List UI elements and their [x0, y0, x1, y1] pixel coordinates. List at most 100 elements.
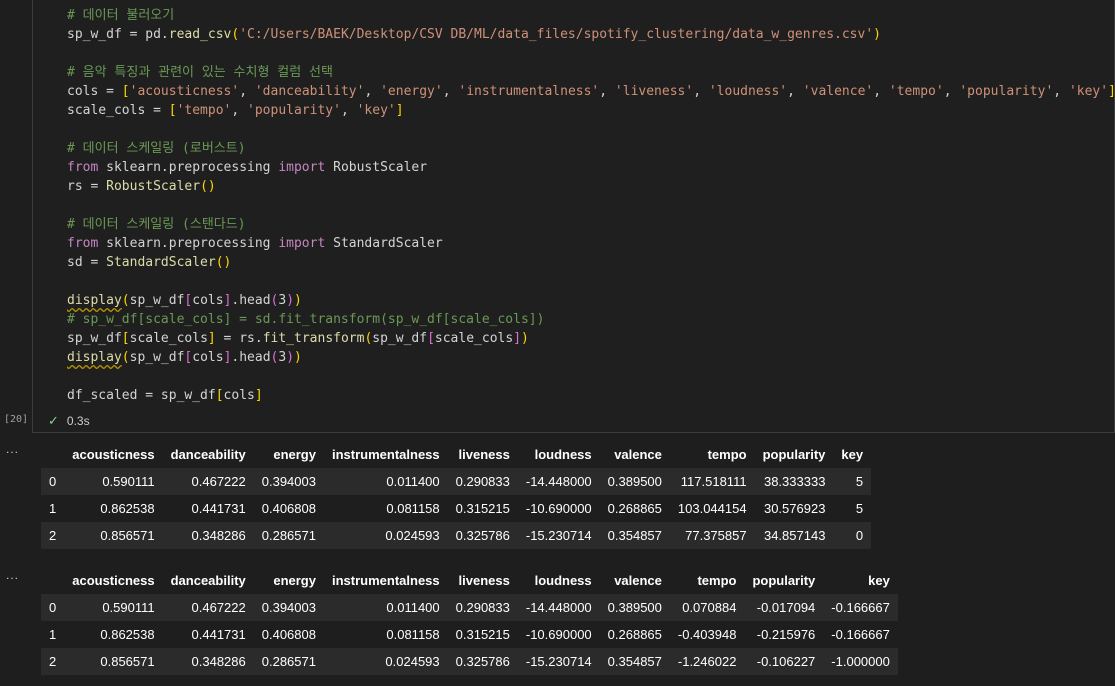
code-token: = rs. [215, 331, 263, 346]
table-cell: 0.467222 [191, 474, 246, 489]
index-header [41, 567, 64, 594]
code-token: 'key' [1068, 84, 1109, 99]
table-cell: 0.441731 [191, 501, 246, 516]
table-cell: -1.246022 [677, 654, 737, 669]
code-token: sd = [67, 255, 107, 270]
row-index: 2 [49, 528, 57, 543]
code-editor[interactable]: # 데이터 불러오기 sp_w_df = pd.read_csv('C:/User… [67, 6, 1115, 405]
code-token: ] [254, 388, 263, 403]
code-token: sklearn.preprocessing [98, 236, 279, 251]
code-line[interactable]: # 데이터 스케일링 (로버스트) [67, 139, 1115, 158]
table-cell: -0.166667 [831, 600, 890, 615]
code-token: 'C:/Users/BAEK/Desktop/CSV DB/ML/data_fi… [239, 27, 874, 42]
code-line[interactable]: from sklearn.preprocessing import Robust… [67, 158, 1115, 177]
table-cell: 0.348286 [191, 654, 246, 669]
code-token: , [693, 84, 709, 99]
code-line[interactable] [67, 272, 1115, 291]
table-row: 2 0.856571 0.348286 0.286571 0.024593 0.32578… [41, 522, 872, 549]
column-header: energy [273, 447, 316, 462]
code-line[interactable]: display(sp_w_df[cols].head(3)) [67, 348, 1115, 367]
code-token: df_scaled = sp_w_df [67, 388, 216, 403]
code-token: ] [1108, 84, 1115, 99]
code-token: # 데이터 불러오기 [67, 8, 175, 23]
table-cell: 0.011400 [386, 474, 440, 489]
code-line[interactable] [67, 367, 1115, 386]
code-line[interactable]: sp_w_df = pd.read_csv('C:/Users/BAEK/Des… [67, 25, 1115, 44]
column-header: danceability [170, 573, 246, 588]
table-cell: -10.690000 [525, 627, 592, 642]
code-token: sp_w_df = pd. [67, 27, 169, 42]
table-cell: 0.268865 [607, 501, 662, 516]
code-line[interactable]: # sp_w_df[scale_cols] = sd.fit_transform… [67, 310, 1115, 329]
code-token: 3 [278, 293, 287, 308]
code-line[interactable]: cols = ['acousticness', 'danceability', … [67, 82, 1115, 101]
execution-count: [20] [4, 414, 29, 425]
column-header: instrumentalness [331, 573, 440, 588]
code-token: () [215, 255, 232, 270]
table-cell: 0.325786 [455, 528, 510, 543]
table-cell: 0.394003 [261, 600, 316, 615]
code-token: [ [215, 388, 224, 403]
table-cell: 0.441731 [191, 627, 246, 642]
table-cell: 0.011400 [386, 600, 440, 615]
table-cell: -10.690000 [525, 501, 592, 516]
code-line[interactable]: df_scaled = sp_w_df[cols] [67, 386, 1115, 405]
code-token: sp_w_df [67, 331, 122, 346]
column-header: danceability [170, 447, 246, 462]
code-token: scale_cols [129, 331, 208, 346]
code-token: 'tempo' [176, 103, 232, 118]
table-cell: 0.348286 [191, 528, 246, 543]
code-token: StandardScaler [106, 255, 216, 270]
row-index: 2 [49, 654, 57, 669]
code-line[interactable]: scale_cols = ['tempo', 'popularity', 'ke… [67, 101, 1115, 120]
table-cell: 0.024593 [385, 654, 440, 669]
index-header [41, 441, 64, 468]
code-token: , [599, 84, 615, 99]
code-token: () [200, 179, 216, 194]
code-line[interactable]: sp_w_df[scale_cols] = rs.fit_transform(s… [67, 329, 1115, 348]
code-token: [ [121, 84, 130, 99]
code-token: StandardScaler [325, 236, 443, 251]
column-header: valence [614, 447, 662, 462]
table-cell: -0.403948 [677, 627, 737, 642]
column-header: key [868, 573, 890, 588]
table-row: 0 0.590111 0.467222 0.394003 0.011400 0.29083… [41, 594, 898, 621]
code-line[interactable]: # 음악 특징과 관련이 있는 수치형 컬럼 선택 [67, 63, 1115, 82]
output-menu-icon[interactable]: ... [6, 442, 19, 456]
code-line[interactable]: # 데이터 스케일링 (스탠다드) [67, 215, 1115, 234]
code-line[interactable]: rs = RobustScaler() [67, 177, 1115, 196]
code-token: , [442, 84, 459, 99]
table-cell: -0.017094 [756, 600, 816, 615]
code-line[interactable]: sd = StandardScaler() [67, 253, 1115, 272]
code-token: import [278, 236, 326, 251]
table-cell: 0.315215 [455, 627, 510, 642]
table-cell: 0.286571 [261, 654, 316, 669]
column-header: tempo [707, 447, 747, 462]
code-line[interactable] [67, 44, 1115, 63]
code-line[interactable] [67, 196, 1115, 215]
code-token: from [67, 236, 99, 251]
code-token: 'tempo' [888, 84, 944, 99]
row-index: 1 [49, 501, 57, 516]
code-token: ) [286, 350, 295, 365]
column-header: tempo [697, 573, 737, 588]
check-icon: ✓ [48, 413, 59, 428]
code-line[interactable]: from sklearn.preprocessing import Standa… [67, 234, 1115, 253]
code-line[interactable] [67, 120, 1115, 139]
column-header: liveness [458, 447, 510, 462]
table-cell: 0.590111 [102, 600, 155, 615]
code-token: 'energy' [380, 84, 443, 99]
column-header: popularity [762, 447, 826, 462]
column-header: key [841, 447, 864, 462]
code-line[interactable]: # 데이터 불러오기 [67, 6, 1115, 25]
table-cell: 0.070884 [682, 600, 737, 615]
code-token: ) [286, 293, 295, 308]
output-menu-icon[interactable]: ... [6, 568, 19, 582]
code-line[interactable]: display(sp_w_df[cols].head(3)) [67, 291, 1115, 310]
row-index: 0 [49, 600, 57, 615]
row-index: 1 [49, 627, 57, 642]
table-cell: 0.286571 [261, 528, 316, 543]
row-index: 0 [49, 474, 57, 489]
code-token: 'popularity' [247, 103, 341, 118]
code-token: read_csv [168, 27, 232, 42]
